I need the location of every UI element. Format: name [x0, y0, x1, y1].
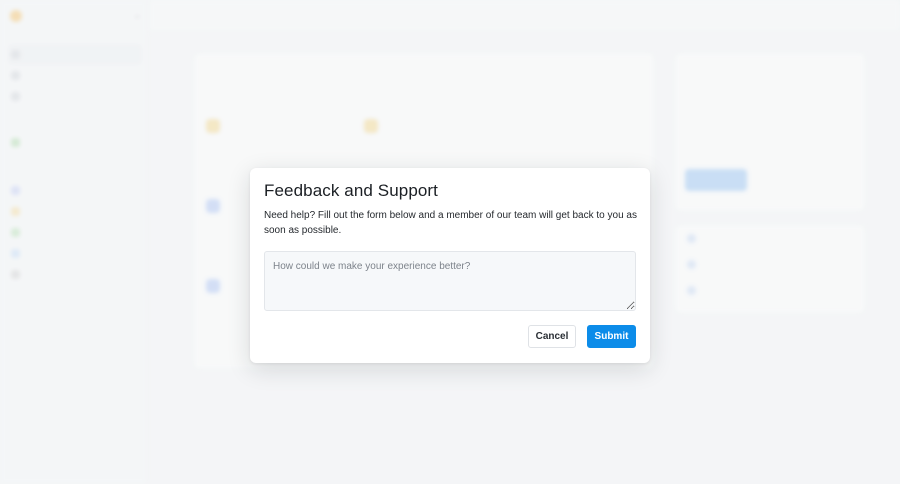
feedback-dialog: Feedback and Support Need help? Fill out… [250, 168, 650, 363]
dialog-actions: Cancel Submit [528, 325, 636, 348]
feedback-textarea[interactable] [264, 251, 636, 311]
dialog-description: Need help? Fill out the form below and a… [264, 210, 637, 236]
submit-button[interactable]: Submit [587, 325, 636, 348]
cancel-button[interactable]: Cancel [528, 325, 576, 348]
dialog-title: Feedback and Support [264, 181, 439, 200]
